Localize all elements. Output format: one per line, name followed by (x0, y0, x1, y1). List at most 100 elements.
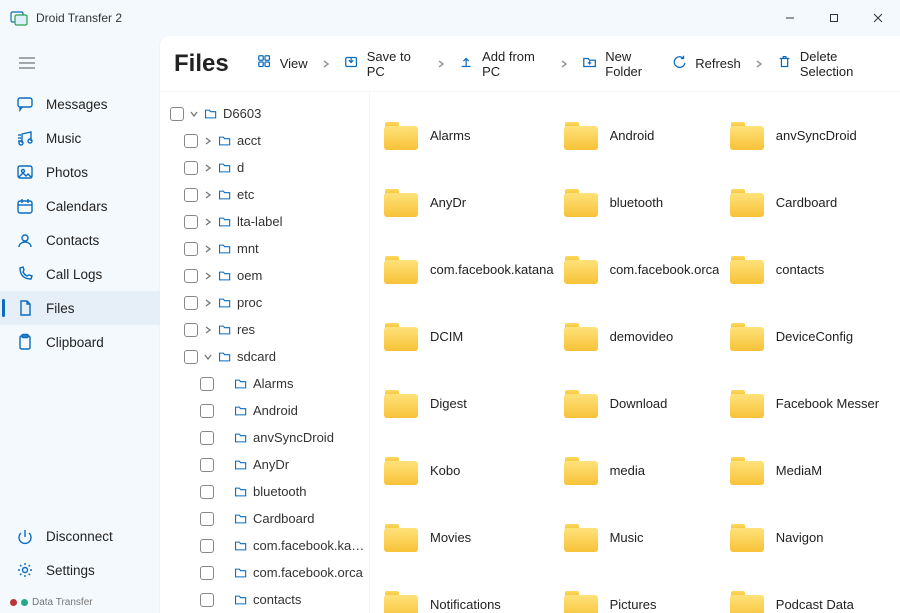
tree-item[interactable]: com.facebook.orca (164, 559, 365, 586)
tree-item[interactable]: contacts (164, 586, 365, 613)
folder-item[interactable]: demovideo (564, 303, 730, 370)
sidebar-item-files[interactable]: Files (0, 291, 160, 325)
tree-checkbox[interactable] (200, 485, 214, 499)
tree-checkbox[interactable] (170, 107, 184, 121)
tree-expand-toggle[interactable] (203, 218, 213, 226)
chevron-right-icon[interactable] (433, 55, 449, 73)
toolbar-save-to-pc-button[interactable]: Save to PC (340, 45, 427, 83)
toolbar-new-folder-button[interactable]: New Folder (578, 45, 666, 83)
folder-item[interactable]: Podcast Data (730, 571, 896, 613)
tree-checkbox[interactable] (200, 431, 214, 445)
tree-checkbox[interactable] (184, 215, 198, 229)
folder-item[interactable]: contacts (730, 236, 896, 303)
tree-item[interactable]: acct (164, 127, 365, 154)
tree-expand-toggle[interactable] (203, 272, 213, 280)
sidebar-item-clipboard[interactable]: Clipboard (0, 325, 160, 359)
tree-expand-toggle[interactable] (203, 299, 213, 307)
chevron-right-icon[interactable] (751, 55, 767, 73)
folder-item[interactable]: DCIM (384, 303, 564, 370)
folder-grid-wrap[interactable]: AlarmsAndroidanvSyncDroid AnyDrbluetoothC… (370, 92, 900, 613)
tree-item[interactable]: res (164, 316, 365, 343)
folder-item[interactable]: Download (564, 370, 730, 437)
tree-item[interactable]: proc (164, 289, 365, 316)
tree-expand-toggle[interactable] (189, 110, 199, 118)
tree-item[interactable]: sdcard (164, 343, 365, 370)
folder-item[interactable]: Pictures (564, 571, 730, 613)
tree-checkbox[interactable] (184, 296, 198, 310)
hamburger-button[interactable] (0, 48, 160, 87)
tree-item[interactable]: mnt (164, 235, 365, 262)
chevron-right-icon[interactable] (556, 55, 572, 73)
tree-checkbox[interactable] (184, 188, 198, 202)
tree-checkbox[interactable] (200, 377, 214, 391)
tree-item[interactable]: Alarms (164, 370, 365, 397)
sidebar-item-calendars[interactable]: Calendars (0, 189, 160, 223)
sidebar-item-messages[interactable]: Messages (0, 87, 160, 121)
toolbar: Files ViewSave to PCAdd from PCNew Folde… (160, 36, 900, 92)
folder-item[interactable]: Navigon (730, 504, 896, 571)
folder-item[interactable]: DeviceConfig (730, 303, 896, 370)
folder-item[interactable]: Digest (384, 370, 564, 437)
sidebar-item-contacts[interactable]: Contacts (0, 223, 160, 257)
folder-item[interactable]: bluetooth (564, 169, 730, 236)
sidebar-item-disconnect[interactable]: Disconnect (0, 519, 160, 553)
sidebar-item-settings[interactable]: Settings (0, 553, 160, 587)
toolbar-view-button[interactable]: View (253, 50, 312, 77)
tree-item[interactable]: D6603 (164, 100, 365, 127)
tree-checkbox[interactable] (184, 269, 198, 283)
folder-item[interactable]: Cardboard (730, 169, 896, 236)
window-close-button[interactable] (856, 0, 900, 36)
sidebar-item-photos[interactable]: Photos (0, 155, 160, 189)
tree-expand-toggle[interactable] (203, 245, 213, 253)
sidebar-item-call-logs[interactable]: Call Logs (0, 257, 160, 291)
toolbar-refresh-button[interactable]: Refresh (668, 50, 745, 77)
folder-item[interactable]: Music (564, 504, 730, 571)
tree-item-label: D6603 (223, 106, 261, 121)
tree-item[interactable]: Cardboard (164, 505, 365, 532)
folder-item[interactable]: Movies (384, 504, 564, 571)
tree-checkbox[interactable] (184, 350, 198, 364)
folder-tree[interactable]: D6603 acctdetclta-labelmntoemprocressdcar… (160, 92, 370, 613)
folder-item[interactable]: Android (564, 102, 730, 169)
tree-checkbox[interactable] (200, 539, 214, 553)
tree-item[interactable]: oem (164, 262, 365, 289)
tree-item[interactable]: d (164, 154, 365, 181)
tree-checkbox[interactable] (200, 458, 214, 472)
tree-expand-toggle[interactable] (203, 326, 213, 334)
tree-item[interactable]: etc (164, 181, 365, 208)
tree-checkbox[interactable] (200, 512, 214, 526)
tree-item[interactable]: Android (164, 397, 365, 424)
folder-item[interactable]: com.facebook.orca (564, 236, 730, 303)
tree-checkbox[interactable] (184, 242, 198, 256)
tree-item[interactable]: AnyDr (164, 451, 365, 478)
tree-expand-toggle[interactable] (203, 137, 213, 145)
folder-item[interactable]: Notifications (384, 571, 564, 613)
tree-checkbox[interactable] (184, 161, 198, 175)
toolbar-delete-selection-button[interactable]: Delete Selection (773, 45, 886, 83)
window-minimize-button[interactable] (768, 0, 812, 36)
folder-item[interactable]: media (564, 437, 730, 504)
tree-item[interactable]: anvSyncDroid (164, 424, 365, 451)
tree-checkbox[interactable] (184, 323, 198, 337)
window-maximize-button[interactable] (812, 0, 856, 36)
tree-item[interactable]: bluetooth (164, 478, 365, 505)
tree-checkbox[interactable] (200, 404, 214, 418)
tree-checkbox[interactable] (184, 134, 198, 148)
tree-expand-toggle[interactable] (203, 353, 213, 361)
toolbar-add-from-pc-button[interactable]: Add from PC (455, 45, 550, 83)
folder-item[interactable]: anvSyncDroid (730, 102, 896, 169)
tree-expand-toggle[interactable] (203, 191, 213, 199)
tree-expand-toggle[interactable] (203, 164, 213, 172)
tree-checkbox[interactable] (200, 593, 214, 607)
folder-item[interactable]: Alarms (384, 102, 564, 169)
folder-item[interactable]: Facebook Messer (730, 370, 896, 437)
folder-item[interactable]: com.facebook.katana (384, 236, 564, 303)
tree-item[interactable]: lta-label (164, 208, 365, 235)
tree-checkbox[interactable] (200, 566, 214, 580)
chevron-right-icon[interactable] (318, 55, 334, 73)
folder-item[interactable]: MediaM (730, 437, 896, 504)
sidebar-item-music[interactable]: Music (0, 121, 160, 155)
folder-item[interactable]: Kobo (384, 437, 564, 504)
tree-item[interactable]: com.facebook.katana (164, 532, 365, 559)
folder-item[interactable]: AnyDr (384, 169, 564, 236)
